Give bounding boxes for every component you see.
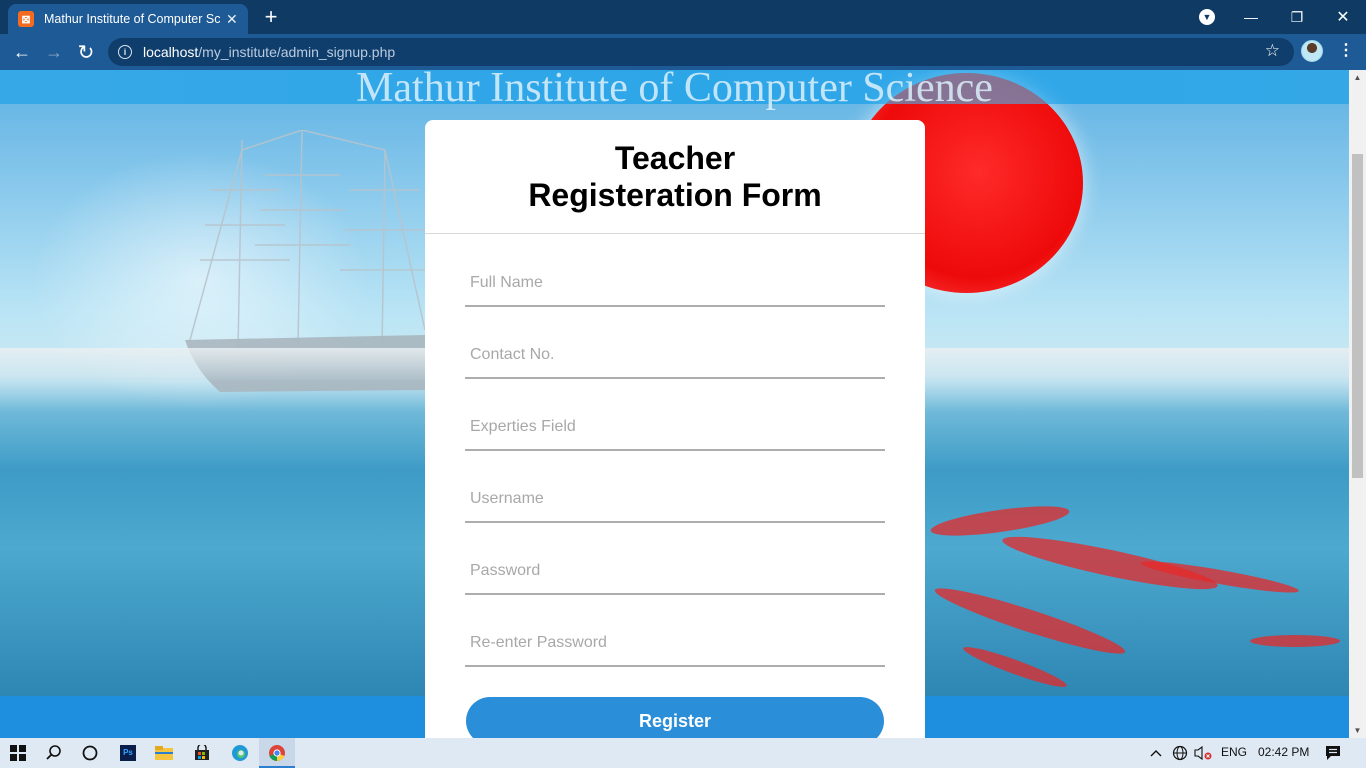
windows-taskbar: Ps ENG 02:42 PM [0, 738, 1366, 768]
form-title-line1: Teacher [614, 140, 736, 176]
xampp-icon: ⊠ [18, 11, 34, 27]
register-button[interactable]: Register [466, 697, 884, 738]
experties-field-input[interactable] [465, 405, 885, 451]
language-indicator[interactable]: ENG [1221, 745, 1247, 759]
close-window-button[interactable]: ✕ [1320, 0, 1366, 34]
restore-button[interactable]: ❐ [1274, 0, 1320, 34]
browser-titlebar: ⊠ Mathur Institute of Computer Science ✕… [0, 0, 1366, 34]
search-icon[interactable] [42, 741, 66, 765]
task-view-icon[interactable] [78, 741, 102, 765]
browser-toolbar: ← → ↻ i localhost/my_institute/admin_sig… [0, 34, 1366, 70]
chrome-icon[interactable] [265, 741, 289, 765]
system-clock[interactable]: 02:42 PM [1258, 745, 1309, 759]
network-globe-icon[interactable] [1168, 741, 1192, 765]
reenter-password-input[interactable] [465, 621, 885, 667]
profile-dropdown-icon[interactable]: ▼ [1199, 9, 1215, 25]
site-title: Mathur Institute of Computer Science [356, 70, 993, 111]
photoshop-icon[interactable]: Ps [116, 741, 140, 765]
scroll-up-arrow-icon[interactable]: ▲ [1349, 70, 1366, 85]
tab-title: Mathur Institute of Computer Science [44, 12, 220, 26]
form-title-line2: Registeration Form [528, 177, 822, 213]
file-explorer-icon[interactable] [152, 741, 176, 765]
action-center-icon[interactable] [1321, 741, 1345, 765]
url-path: /my_institute/admin_signup.php [198, 44, 396, 60]
reload-button[interactable]: ↻ [72, 38, 100, 66]
new-tab-button[interactable]: + [260, 5, 282, 29]
close-tab-icon[interactable]: ✕ [226, 11, 238, 28]
url-host: localhost [143, 44, 199, 60]
windows-start-icon[interactable] [6, 741, 30, 765]
scroll-down-arrow-icon[interactable]: ▼ [1349, 723, 1366, 738]
password-input[interactable] [465, 549, 885, 595]
browser-tab[interactable]: ⊠ Mathur Institute of Computer Science ✕ [8, 4, 248, 34]
minimize-button[interactable]: — [1228, 0, 1274, 34]
forward-button[interactable]: → [40, 38, 68, 66]
form-divider [425, 233, 925, 234]
page-viewport: Mathur Institute of Computer Science Tea… [0, 70, 1349, 738]
info-icon[interactable]: i [118, 45, 132, 59]
edge-icon[interactable] [228, 741, 252, 765]
full-name-input[interactable] [465, 261, 885, 307]
store-icon[interactable] [190, 741, 214, 765]
form-title: Teacher Registeration Form [425, 140, 925, 214]
bookmark-star-icon[interactable]: ☆ [1265, 41, 1280, 61]
browser-menu-icon[interactable]: ⋮ [1338, 40, 1354, 62]
profile-avatar[interactable] [1301, 40, 1323, 62]
volume-muted-icon[interactable] [1191, 741, 1215, 765]
page-scrollbar[interactable]: ▲ ▼ [1349, 70, 1366, 738]
registration-form-card: Teacher Registeration Form Register [425, 120, 925, 738]
sun-reflection [1250, 635, 1340, 647]
back-button[interactable]: ← [8, 38, 36, 66]
address-bar[interactable]: i localhost/my_institute/admin_signup.ph… [108, 38, 1294, 66]
scroll-thumb[interactable] [1352, 154, 1363, 478]
username-input[interactable] [465, 477, 885, 523]
contact-no-input[interactable] [465, 333, 885, 379]
show-hidden-icons-chevron-icon[interactable] [1144, 741, 1168, 765]
